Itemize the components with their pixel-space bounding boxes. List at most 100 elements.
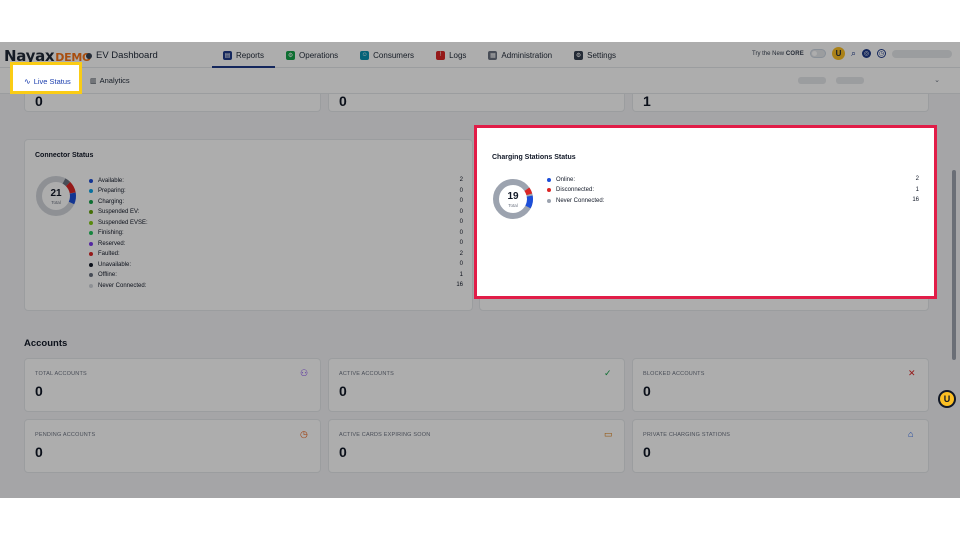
connector-status-card: Connector Status 21 Total Available: 2 Pre… <box>24 139 473 311</box>
account-card-value: 0 <box>643 383 651 399</box>
filter-controls: ⌄ <box>798 76 940 84</box>
legend-value: 16 <box>456 282 463 288</box>
legend-label: Never Connected: <box>556 197 605 204</box>
academy-icon[interactable]: U <box>831 47 845 60</box>
metric-value: 0 <box>35 93 43 109</box>
legend-value: 0 <box>459 219 463 225</box>
legend-item: Reserved: <box>89 239 125 248</box>
account-card-value: 0 <box>339 383 347 399</box>
help-assistant-icon[interactable]: U <box>938 390 956 408</box>
users-icon: ⚇ <box>300 368 309 378</box>
legend-value: 0 <box>459 208 463 215</box>
stations-donut: 19 Total <box>492 178 534 220</box>
account-card-label: PENDING ACCOUNTS <box>35 432 96 438</box>
main-nav: ▤ Reports ⚙ Operations ☺ Consumers ! Logs ▦ A… <box>212 42 627 68</box>
app-title: EV Dashboard <box>86 50 158 61</box>
legend-label: Suspended EV: <box>98 209 140 215</box>
legend-dot-icon <box>89 189 93 193</box>
donut-total: 19 <box>507 191 519 202</box>
legend-value: 2 <box>915 176 919 182</box>
donut-total: 21 <box>50 188 62 199</box>
account-card: BLOCKED ACCOUNTS 0 ✕ <box>632 358 929 412</box>
legend-value: 2 <box>459 250 463 257</box>
legend-label: Unavailable: <box>98 261 132 268</box>
legend-label: Finishing: <box>98 230 124 236</box>
legend-dot-icon <box>89 262 93 267</box>
legend-item: Suspended EV: <box>89 208 139 217</box>
legend-dot-icon <box>547 198 551 203</box>
user-check-icon: ✓ <box>604 368 612 378</box>
metric-value: 1 <box>643 93 651 109</box>
legend-label: Online: <box>556 176 576 183</box>
legend-value: 0 <box>459 229 463 236</box>
account-card-label: ACTIVE CARDS EXPIRING SOON <box>339 432 431 438</box>
filter-chip[interactable] <box>798 76 827 84</box>
legend-value: 1 <box>459 271 463 278</box>
legend-label: Faulted: <box>98 251 120 257</box>
legend-label: Available: <box>98 177 124 184</box>
legend-item: Charging: <box>89 197 124 206</box>
legend-label: Never Connected: <box>98 282 147 289</box>
legend-value: 0 <box>459 187 463 194</box>
legend-label: Suspended EVSE: <box>98 219 148 226</box>
chevron-down-icon[interactable]: ⌄ <box>934 76 940 84</box>
filter-chip[interactable] <box>836 76 865 84</box>
legend-dot-icon <box>89 220 93 225</box>
connector-donut: 21 Total <box>35 175 77 217</box>
nav-logs[interactable]: ! Logs <box>425 42 477 68</box>
top-right-tools: Try the New CORE U ⌕ ◎ ◷ <box>752 47 952 60</box>
settings-icon: ⚙ <box>574 50 584 60</box>
legend-dot-icon <box>89 199 93 204</box>
account-card-label: PRIVATE CHARGING STATIONS <box>643 432 731 438</box>
legend-label: Disconnected: <box>556 187 595 193</box>
account-card: PENDING ACCOUNTS 0 ◷ <box>24 419 321 473</box>
legend-dot-icon <box>89 252 93 256</box>
tab-live-status[interactable]: ∿ Live Status <box>24 77 71 86</box>
account-card-value: 0 <box>339 444 347 460</box>
nav-administration[interactable]: ▦ Administration <box>477 42 563 68</box>
legend-dot-icon <box>89 241 93 246</box>
account-card-value: 0 <box>643 444 651 460</box>
card-title: Connector Status <box>35 152 94 159</box>
legend-item: Never Connected: <box>547 196 604 205</box>
accounts-title: Accounts <box>24 338 68 349</box>
account-card-label: ACTIVE ACCOUNTS <box>339 371 394 377</box>
nav-settings[interactable]: ⚙ Settings <box>563 42 627 68</box>
legend-item: Faulted: <box>89 250 120 259</box>
legend-item: Preparing: <box>89 187 126 196</box>
status-dot-icon <box>86 52 92 59</box>
account-card-value: 0 <box>35 383 43 399</box>
globe-icon[interactable]: ◎ <box>862 49 871 58</box>
legend-dot-icon <box>547 188 551 192</box>
operations-icon: ⚙ <box>286 50 296 60</box>
reports-icon: ▤ <box>223 50 232 60</box>
user-x-icon: ✕ <box>908 368 916 378</box>
search-icon[interactable]: ⌕ <box>851 48 856 59</box>
clock-icon[interactable]: ◷ <box>877 49 886 58</box>
legend-label: Charging: <box>98 198 125 205</box>
tab-analytics[interactable]: ▥ Analytics <box>90 76 130 85</box>
legend-label: Reserved: <box>98 240 126 247</box>
legend-dot-icon <box>89 178 93 183</box>
card-title: Charging Stations Status <box>492 154 576 161</box>
legend-value: 0 <box>459 240 463 246</box>
user-menu[interactable] <box>892 49 952 58</box>
account-card: ACTIVE CARDS EXPIRING SOON 0 ▭ <box>328 419 625 473</box>
metric-card: 0 <box>328 94 625 112</box>
nav-reports[interactable]: ▤ Reports <box>212 42 276 68</box>
core-toggle[interactable] <box>809 49 826 58</box>
nav-operations[interactable]: ⚙ Operations <box>275 42 349 68</box>
legend-item: Offline: <box>89 271 117 280</box>
legend-value: 16 <box>912 197 919 203</box>
nav-consumers[interactable]: ☺ Consumers <box>349 42 425 68</box>
charging-stations-status-card: Charging Stations Status 19 Total Online… <box>474 125 937 299</box>
legend-dot-icon <box>89 283 93 288</box>
pulse-icon: ∿ <box>24 77 31 86</box>
legend-value: 1 <box>915 186 919 193</box>
logs-icon: ! <box>436 50 446 60</box>
legend-item: Never Connected: <box>89 281 146 290</box>
donut-total-label: Total <box>508 203 518 208</box>
top-bar: NayaxDEMO EV Dashboard ▤ Reports ⚙ Operati… <box>0 42 960 68</box>
card-icon: ▭ <box>604 429 613 439</box>
scrollbar[interactable] <box>952 170 956 360</box>
